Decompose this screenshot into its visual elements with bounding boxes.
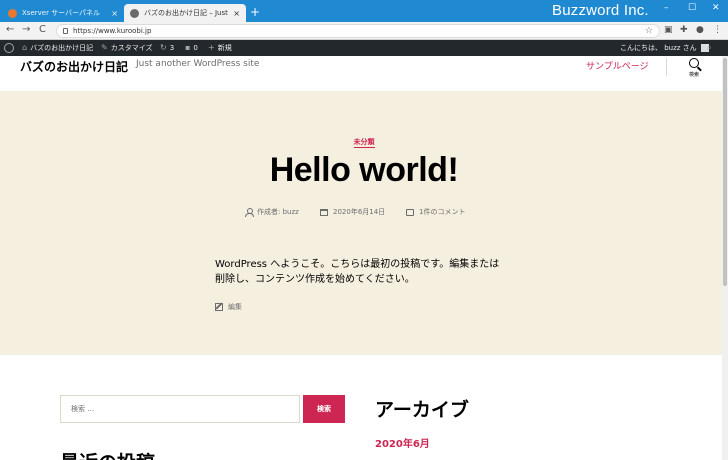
close-window-icon[interactable]: ✕ — [712, 3, 720, 13]
tab-title: Xserver サーバーパネル — [22, 9, 101, 17]
site-description: Just another WordPress site — [136, 59, 260, 69]
tab-wordpress-site[interactable]: バズのお出かけ日記 – Just another WordPress site … — [124, 4, 246, 22]
maximize-icon[interactable]: ☐ — [688, 3, 696, 13]
xserver-favicon-icon — [8, 8, 17, 18]
footer-widgets: 検索 … 検索 アーカイブ 2020年6月 最近の投稿 — [0, 355, 728, 460]
user-icon — [245, 208, 254, 217]
category-link[interactable]: 未分類 — [353, 138, 375, 148]
admin-search[interactable]: ⌕ — [707, 40, 714, 56]
archive-widget-title: アーカイブ — [375, 399, 469, 421]
scrollbar-thumb[interactable] — [723, 58, 727, 286]
page-scrollbar[interactable] — [722, 56, 728, 460]
dashboard-icon: ⌂ — [22, 43, 28, 52]
menu-item-sample-page[interactable]: サンプルページ — [586, 59, 649, 72]
recent-posts-widget-title: 最近の投稿 — [60, 448, 155, 460]
site-title[interactable]: バズのお出かけ日記 — [20, 58, 128, 75]
customize-label: カスタマイズ — [110, 44, 153, 52]
post-title: Hello world! — [269, 151, 459, 189]
post-date-label: 2020年6月14日 — [333, 208, 386, 216]
search-submit-button[interactable]: 検索 — [303, 395, 345, 423]
globe-favicon-icon — [130, 8, 139, 18]
tab-xserver[interactable]: Xserver サーバーパネル × — [2, 4, 124, 22]
search-toggle-button[interactable]: 検索 — [682, 58, 706, 78]
comment-icon — [406, 208, 414, 216]
url-text: https://www.kuroobi.jp — [73, 27, 152, 35]
admin-my-account[interactable]: こんにちは、 buzz さん — [620, 40, 709, 56]
calendar-icon — [320, 208, 328, 216]
tab-title: バズのお出かけ日記 – Just another WordPress site — [144, 9, 229, 17]
plus-icon: + — [208, 43, 215, 52]
edit-label: 編集 — [228, 303, 242, 311]
browser-titlebar: Xserver サーバーパネル × バズのお出かけ日記 – Just anoth… — [0, 0, 728, 22]
bookmark-star-icon[interactable]: ☆ — [645, 25, 653, 37]
edit-post-link[interactable]: 編集 — [215, 302, 242, 312]
post-comments[interactable]: 1件のコメント — [406, 206, 465, 218]
post-author[interactable]: 作成者: buzz — [245, 206, 299, 218]
admin-site-name[interactable]: ⌂ バズのお出かけ日記 — [22, 40, 93, 56]
archive-item[interactable]: 2020年6月 — [375, 435, 430, 450]
extension-icon[interactable]: ▣ — [664, 25, 673, 35]
post-author-label: 作成者: buzz — [257, 208, 299, 216]
search-input[interactable]: 検索 … — [60, 395, 300, 423]
forward-icon[interactable]: → — [22, 24, 30, 35]
pencil-icon — [215, 303, 223, 311]
post-date[interactable]: 2020年6月14日 — [320, 206, 385, 218]
search-icon — [689, 58, 699, 68]
admin-new[interactable]: + 新規 — [208, 40, 232, 56]
greeting-label: こんにちは、 buzz さん — [620, 44, 697, 52]
header-divider — [666, 58, 667, 76]
post-header: 未分類 Hello world! 作成者: buzz 2020年6月14日 1件… — [0, 91, 728, 355]
admin-comments[interactable]: ▪ 0 — [185, 40, 198, 56]
reload-icon[interactable]: C — [39, 24, 46, 35]
updates-count: 3 — [169, 44, 175, 52]
post-comments-label: 1件のコメント — [419, 208, 466, 216]
search-toggle-label: 検索 — [688, 72, 699, 78]
back-icon[interactable]: ← — [6, 24, 14, 35]
wp-logo-button[interactable] — [4, 40, 14, 56]
site-header: バズのお出かけ日記 Just another WordPress site サン… — [0, 56, 728, 91]
search-icon: ⌕ — [707, 43, 712, 52]
comments-count: 0 — [193, 44, 198, 52]
admin-customize[interactable]: ✎ カスタマイズ — [101, 40, 153, 56]
profile-icon[interactable]: ● — [696, 25, 704, 35]
brand-watermark: Buzzword Inc. — [552, 2, 649, 19]
admin-site-name-label: バズのお出かけ日記 — [30, 44, 94, 52]
address-bar[interactable]: https://www.kuroobi.jp ☆ — [56, 24, 660, 38]
puzzle-icon[interactable]: ✚ — [680, 25, 688, 35]
admin-updates[interactable]: ↻ 3 — [160, 40, 174, 56]
category-container: 未分類 — [0, 129, 728, 148]
minimize-icon[interactable]: – — [664, 3, 669, 13]
updates-icon: ↻ — [160, 43, 167, 52]
brush-icon: ✎ — [101, 43, 108, 52]
lock-icon — [63, 28, 68, 34]
browser-toolbar: ← → C https://www.kuroobi.jp ☆ ▣ ✚ ● ⋮ — [0, 22, 728, 40]
tab-close-icon[interactable]: × — [111, 9, 118, 18]
wp-admin-bar: ⌂ バズのお出かけ日記 ✎ カスタマイズ ↻ 3 ▪ 0 + 新規 こんにちは、… — [0, 40, 728, 56]
tab-close-icon[interactable]: × — [233, 9, 240, 18]
new-tab-button[interactable]: + — [250, 4, 260, 20]
post-content: WordPress へようこそ。こちらは最初の投稿です。編集または削除し、コンテ… — [215, 259, 500, 285]
new-label: 新規 — [217, 44, 232, 52]
wordpress-logo-icon — [4, 43, 14, 53]
menu-kebab-icon[interactable]: ⋮ — [713, 25, 722, 35]
comment-bubble-icon: ▪ — [185, 43, 191, 52]
